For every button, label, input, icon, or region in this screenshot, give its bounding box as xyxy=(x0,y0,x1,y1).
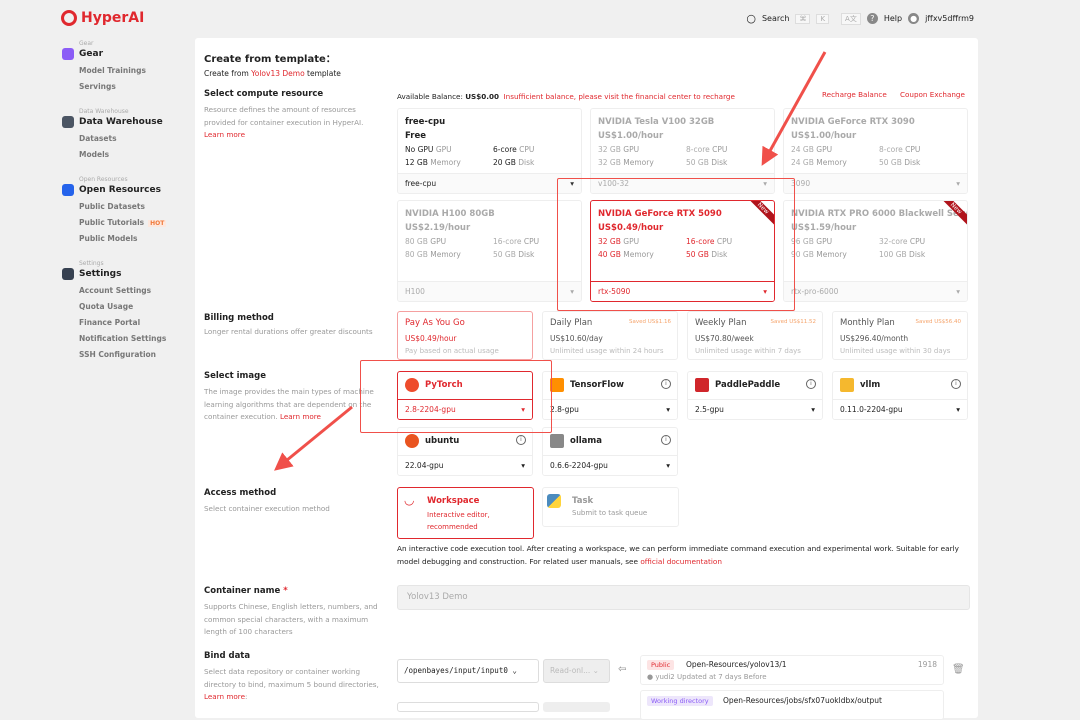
annotation-arrows xyxy=(274,51,827,471)
arrow-to-gpu xyxy=(761,51,827,166)
arrow-to-image xyxy=(274,405,353,471)
